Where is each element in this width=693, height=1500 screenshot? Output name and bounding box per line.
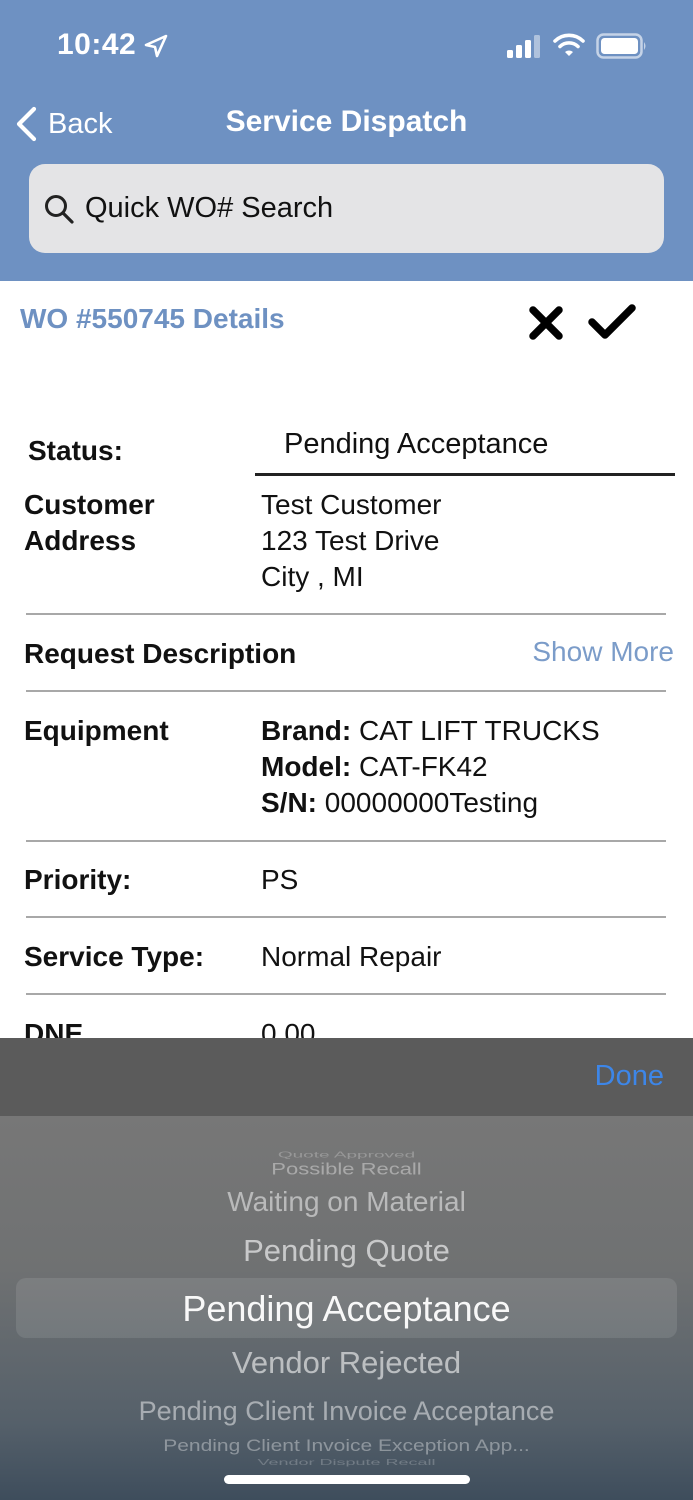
cancel-x-icon[interactable]	[528, 305, 564, 341]
navigation-bar: Back Service Dispatch	[0, 95, 693, 151]
customer-street: 123 Test Drive	[261, 525, 440, 556]
divider	[26, 993, 666, 995]
equipment-serial: S/N: 00000000Testing	[261, 785, 538, 821]
cellular-signal-icon	[507, 35, 540, 58]
battery-icon	[596, 33, 646, 59]
search-placeholder: Quick WO# Search	[85, 192, 334, 224]
picker-option[interactable]: Vendor Rejected	[0, 1345, 693, 1381]
work-order-title: WO #550745 Details	[20, 303, 285, 334]
status-picker-wheel[interactable]: Quote Approved Possible Recall Waiting o…	[0, 1116, 693, 1500]
model-value: CAT-FK42	[359, 751, 488, 782]
model-label: Model:	[261, 751, 352, 782]
status-value: Pending Acceptance	[284, 428, 549, 460]
status-time: 10:42	[57, 28, 137, 61]
service-type-value: Normal Repair	[261, 941, 442, 972]
search-input[interactable]: Quick WO# Search	[29, 164, 664, 253]
priority-value: PS	[261, 864, 299, 895]
status-select[interactable]: Pending Acceptance	[255, 420, 675, 476]
picker-option[interactable]: Waiting on Material	[0, 1186, 693, 1218]
address-label: Address	[24, 525, 137, 556]
search-icon	[45, 194, 74, 224]
customer-name: Test Customer	[261, 489, 442, 520]
confirm-check-icon[interactable]	[588, 303, 636, 341]
brand-value: CAT LIFT TRUCKS	[359, 715, 600, 746]
status-bar: 10:42	[0, 0, 693, 90]
serial-value: 00000000Testing	[324, 787, 539, 818]
divider	[26, 613, 666, 615]
divider	[26, 840, 666, 842]
equipment-label: Equipment	[24, 715, 169, 746]
location-arrow-icon	[144, 34, 168, 58]
customer-city: City , MI	[261, 561, 364, 592]
done-button[interactable]: Done	[595, 1060, 664, 1093]
customer-label: Customer	[24, 489, 155, 520]
priority-label: Priority:	[24, 864, 132, 895]
equipment-brand: Brand: CAT LIFT TRUCKS	[261, 713, 600, 749]
divider	[26, 690, 666, 692]
divider	[26, 916, 666, 918]
picker-option[interactable]: Pending Client Invoice Acceptance	[0, 1396, 693, 1427]
request-description-label: Request Description	[24, 638, 297, 669]
status-label: Status:	[28, 435, 123, 466]
picker-toolbar: Done	[0, 1038, 693, 1116]
picker-option[interactable]: Possible Recall	[0, 1159, 693, 1179]
wifi-icon	[553, 33, 585, 56]
serial-label: S/N:	[261, 787, 317, 818]
equipment-model: Model: CAT-FK42	[261, 749, 488, 785]
picker-option[interactable]: Vendor Dispute Recall	[0, 1458, 693, 1467]
home-indicator	[224, 1475, 470, 1484]
show-more-link[interactable]: Show More	[532, 636, 674, 668]
picker-option[interactable]: Pending Quote	[0, 1233, 693, 1269]
service-type-label: Service Type:	[24, 941, 205, 972]
picker-option-selected[interactable]: Pending Acceptance	[0, 1288, 693, 1330]
picker-option[interactable]: Pending Client Invoice Exception App...	[0, 1436, 693, 1455]
header: 10:42 Back Service Dispatch Quick WO# Se…	[0, 0, 693, 281]
page-title: Service Dispatch	[225, 105, 468, 138]
brand-label: Brand:	[261, 715, 352, 746]
